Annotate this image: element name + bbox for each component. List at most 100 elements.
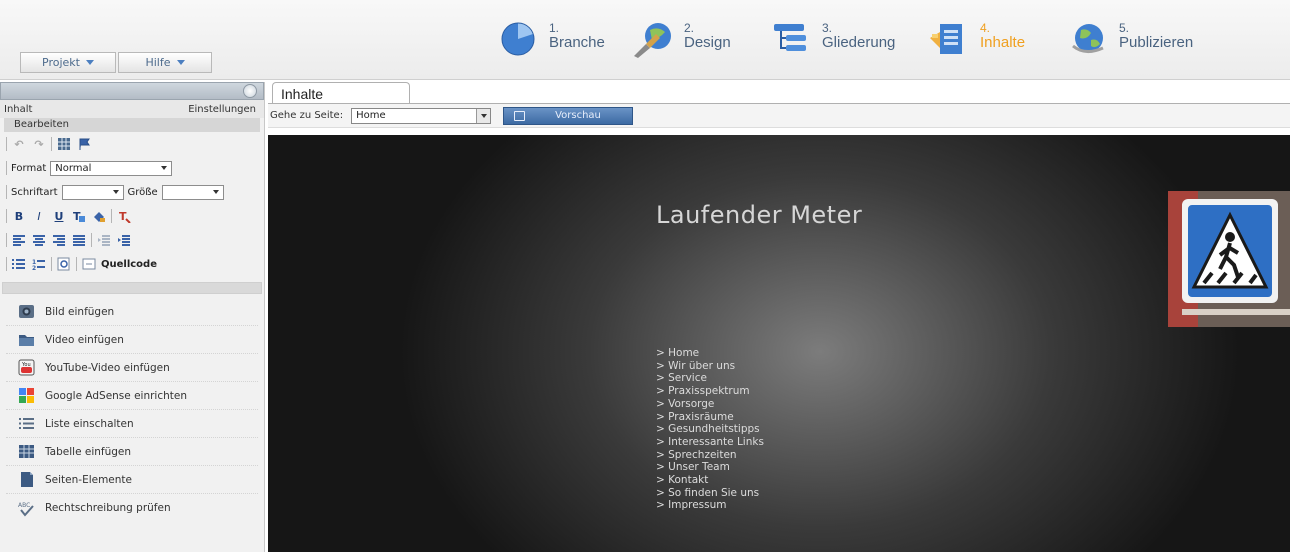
- redo-icon[interactable]: ↷: [31, 136, 47, 152]
- move-handle-icon[interactable]: [243, 84, 257, 98]
- chevron-down-icon: [161, 166, 168, 170]
- quellcode-button[interactable]: Quellcode: [101, 259, 157, 270]
- projekt-menu-button[interactable]: Projekt: [20, 52, 116, 73]
- hilfe-menu-button[interactable]: Hilfe: [118, 52, 212, 73]
- chevron-down-icon: [476, 108, 491, 123]
- nav-link-praxisspektrum[interactable]: > Praxisspektrum: [656, 385, 764, 398]
- toolbar-row-source: 12 Quellcode: [0, 252, 264, 276]
- page-elements-icon: [18, 471, 35, 488]
- format-select[interactable]: Normal: [50, 160, 173, 176]
- nav-link-wir-ueber-uns[interactable]: > Wir über uns: [656, 360, 764, 373]
- nav-link-so-finden-sie-uns[interactable]: > So finden Sie uns: [656, 487, 764, 500]
- spellcheck-icon: ABC: [18, 500, 35, 517]
- remove-format-icon[interactable]: T: [116, 208, 132, 224]
- site-navigation: > Home > Wir über uns > Service > Praxis…: [656, 347, 764, 512]
- step-design[interactable]: 2. Design: [632, 18, 731, 62]
- adsense-icon: [18, 387, 35, 404]
- spellcheck-action[interactable]: ABC Rechtschreibung prüfen: [6, 494, 258, 522]
- nav-link-interessante-links[interactable]: > Interessante Links: [656, 436, 764, 449]
- svg-text:ABC: ABC: [18, 502, 30, 509]
- align-right-icon[interactable]: [51, 232, 67, 248]
- undo-icon[interactable]: ↶: [11, 136, 27, 152]
- external-link-icon: [514, 110, 526, 121]
- step-label: Inhalte: [980, 34, 1026, 51]
- adsense-action[interactable]: Google AdSense einrichten: [6, 382, 258, 410]
- nav-link-service[interactable]: > Service: [656, 372, 764, 385]
- flag-icon[interactable]: [76, 136, 92, 152]
- align-center-icon[interactable]: [31, 232, 47, 248]
- tab-einstellungen[interactable]: Einstellungen: [188, 104, 256, 115]
- nav-link-home[interactable]: > Home: [656, 347, 764, 360]
- step-label: Gliederung: [822, 34, 896, 51]
- page-select[interactable]: Home: [351, 107, 492, 124]
- content-pages-icon: [928, 18, 972, 58]
- table-grid-icon[interactable]: [56, 136, 72, 152]
- schriftart-label: Schriftart: [11, 186, 58, 198]
- nav-link-kontakt[interactable]: > Kontakt: [656, 474, 764, 487]
- pie-chart-icon: [497, 18, 541, 58]
- page-select-value: Home: [356, 110, 386, 121]
- align-left-icon[interactable]: [11, 232, 27, 248]
- insert-video-action[interactable]: Video einfügen: [6, 326, 258, 354]
- website-preview[interactable]: Laufender Meter > Home > Wir über uns > …: [268, 135, 1290, 552]
- crosswalk-sign-image: [1168, 191, 1290, 327]
- action-label: Liste einschalten: [45, 417, 134, 430]
- nav-link-vorsorge[interactable]: > Vorsorge: [656, 398, 764, 411]
- insert-table-action[interactable]: Tabelle einfügen: [6, 438, 258, 466]
- list-icon: [18, 415, 35, 432]
- video-folder-icon: [18, 331, 35, 348]
- bullet-list-icon[interactable]: [11, 256, 27, 272]
- nav-link-praxisraeume[interactable]: > Praxisräume: [656, 411, 764, 424]
- font-select[interactable]: [61, 184, 124, 200]
- tab-inhalt[interactable]: Inhalt: [4, 104, 32, 115]
- step-gliederung[interactable]: 3. Gliederung: [770, 18, 895, 62]
- numbered-list-icon[interactable]: 12: [31, 256, 47, 272]
- underline-button[interactable]: U: [51, 208, 67, 224]
- step-label: Design: [684, 34, 731, 51]
- chevron-down-icon: [112, 190, 119, 194]
- chevron-down-icon: [176, 60, 185, 65]
- toolbar-row-style: B I U T T: [0, 204, 264, 228]
- step-publizieren[interactable]: 5. Publizieren: [1067, 18, 1193, 62]
- italic-button[interactable]: I: [31, 208, 47, 224]
- tab-inhalte[interactable]: Inhalte: [272, 82, 410, 104]
- action-label: Bild einfügen: [45, 305, 115, 318]
- step-inhalte[interactable]: 4. Inhalte: [928, 18, 1025, 62]
- action-label: YouTube-Video einfügen: [45, 361, 170, 374]
- list-action[interactable]: Liste einschalten: [6, 410, 258, 438]
- step-branche[interactable]: 1. Branche: [497, 18, 605, 62]
- step-label: Publizieren: [1119, 34, 1194, 51]
- preview-label: Vorschau: [555, 110, 601, 121]
- toolbar-row-font: Schriftart Größe: [0, 180, 264, 204]
- text-color-icon[interactable]: T: [71, 208, 87, 224]
- nav-link-impressum[interactable]: > Impressum: [656, 499, 764, 512]
- tree-structure-icon: [770, 18, 814, 58]
- background-color-icon[interactable]: [91, 208, 107, 224]
- indent-icon[interactable]: [116, 232, 132, 248]
- bold-button[interactable]: B: [11, 208, 27, 224]
- top-toolbar: Projekt Hilfe 1. Branche 2. Design 3. Gl…: [0, 0, 1290, 80]
- svg-text:T: T: [119, 210, 127, 223]
- nav-link-gesundheitstipps[interactable]: > Gesundheitstipps: [656, 423, 764, 436]
- page-elements-action[interactable]: Seiten-Elemente: [6, 466, 258, 494]
- toolbar-row-align: [0, 228, 264, 252]
- preview-page-icon[interactable]: [56, 256, 72, 272]
- content-editor: Inhalte Gehe zu Seite: Home Vorschau Lau…: [268, 82, 1290, 552]
- section-bearbeiten: Bearbeiten: [4, 118, 260, 132]
- brush-globe-icon: [632, 18, 676, 58]
- nav-link-unser-team[interactable]: > Unser Team: [656, 461, 764, 474]
- insert-image-action[interactable]: Bild einfügen: [6, 298, 258, 326]
- action-label: Seiten-Elemente: [45, 473, 132, 486]
- toolbar-row-history: ↶ ↷: [0, 132, 264, 156]
- groesse-label: Größe: [127, 186, 158, 198]
- globe-publish-icon: [1067, 18, 1111, 58]
- preview-button[interactable]: Vorschau: [503, 106, 634, 125]
- outdent-icon[interactable]: [96, 232, 112, 248]
- site-title[interactable]: Laufender Meter: [656, 201, 862, 229]
- source-code-icon[interactable]: [81, 256, 97, 272]
- insert-youtube-action[interactable]: You YouTube-Video einfügen: [6, 354, 258, 382]
- align-justify-icon[interactable]: [71, 232, 87, 248]
- size-select[interactable]: [161, 184, 224, 200]
- page-navigation-bar: Gehe zu Seite: Home Vorschau: [268, 104, 1290, 128]
- nav-link-sprechzeiten[interactable]: > Sprechzeiten: [656, 449, 764, 462]
